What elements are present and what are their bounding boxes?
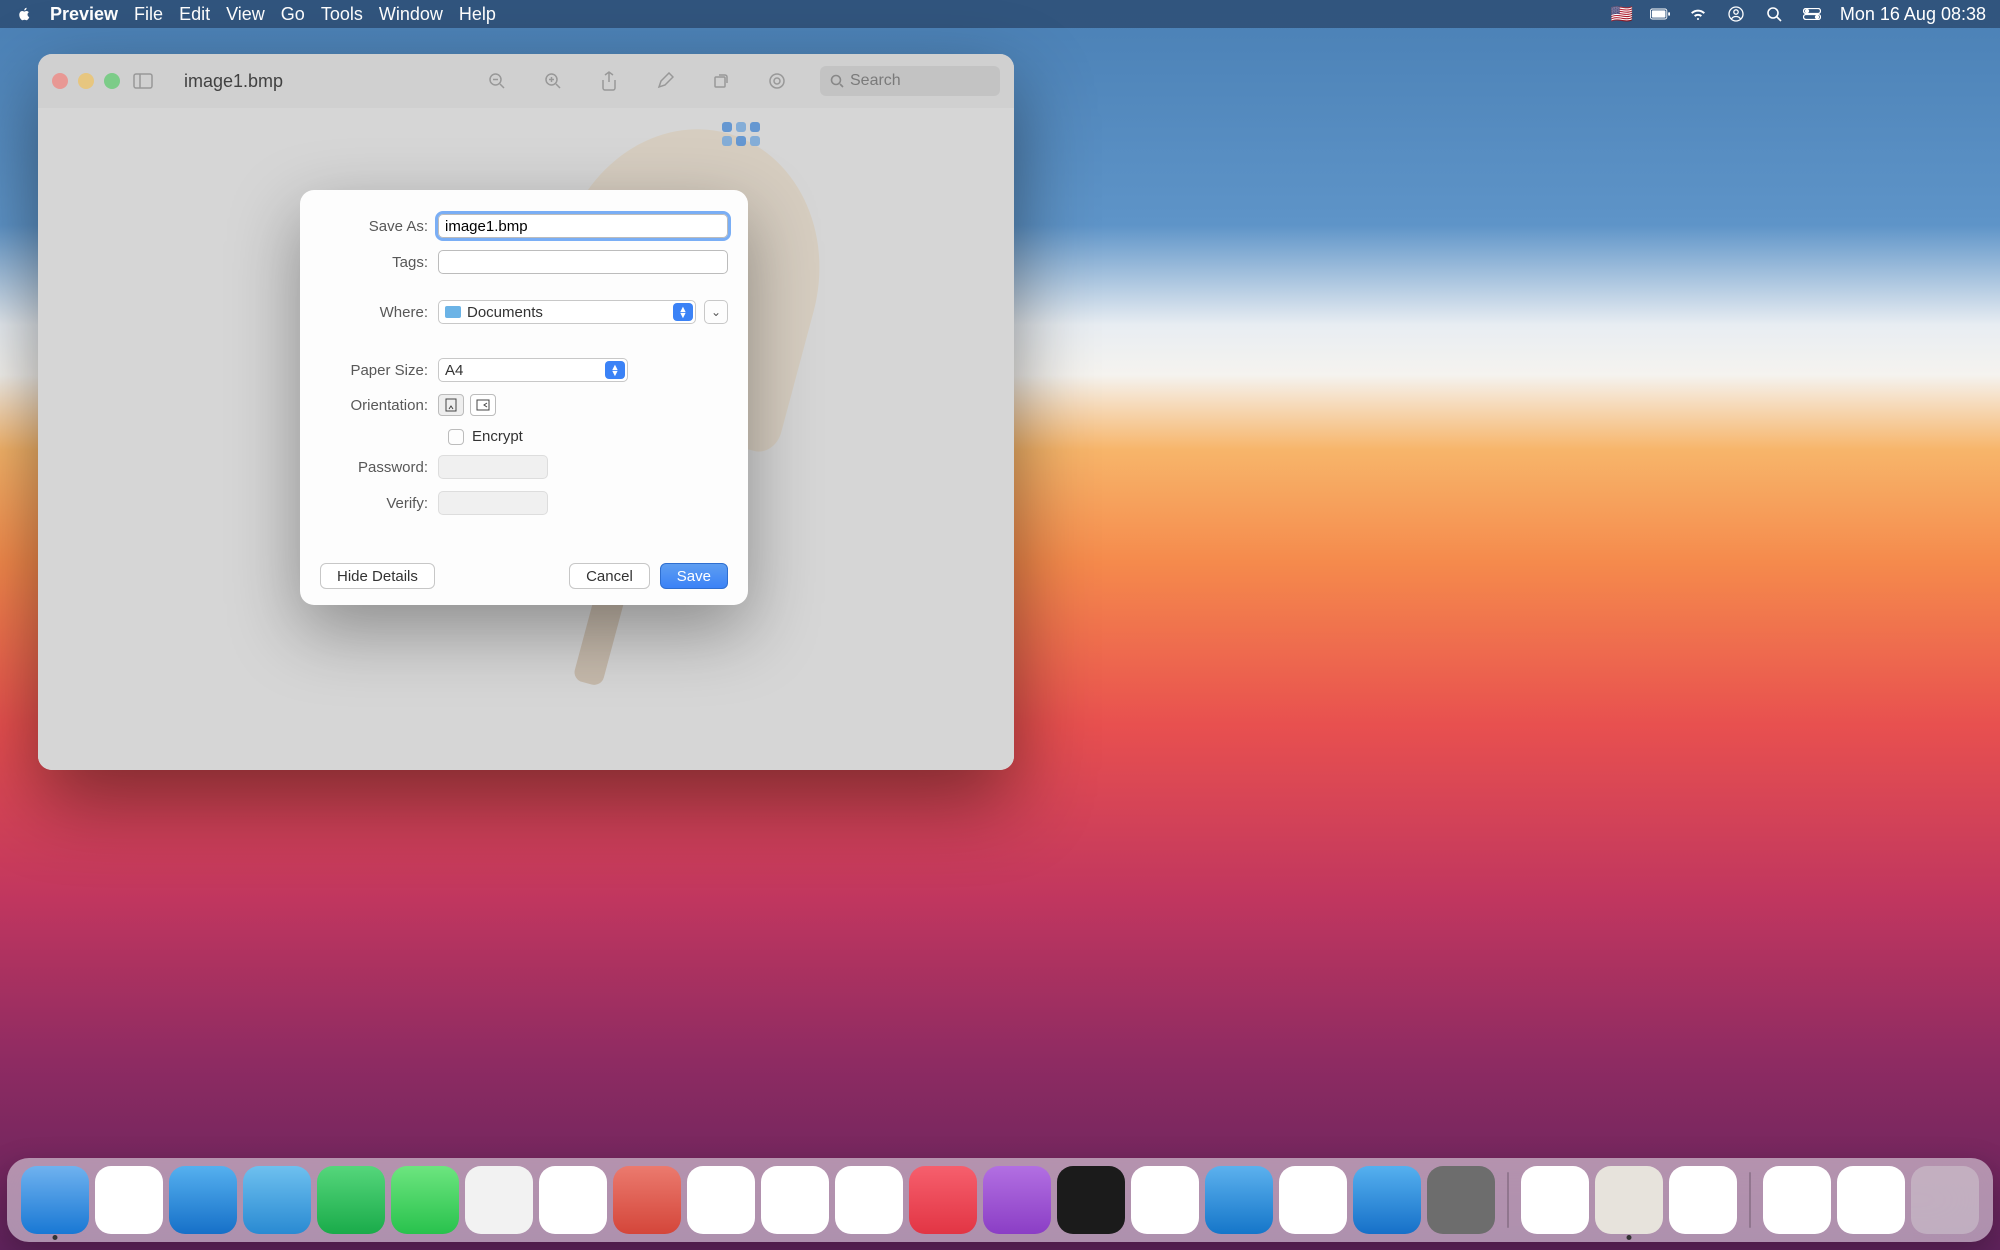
- save-sheet: Save As: Tags: Where: Documents ▲▼ ⌄ Pap…: [300, 190, 748, 605]
- dock-finder[interactable]: [21, 1166, 89, 1234]
- dock-safari[interactable]: [169, 1166, 237, 1234]
- info-icon[interactable]: [764, 68, 790, 94]
- battery-icon[interactable]: [1650, 4, 1670, 24]
- dock-numbers[interactable]: [1131, 1166, 1199, 1234]
- menu-help[interactable]: Help: [459, 4, 496, 25]
- paper-size-value: A4: [445, 362, 463, 379]
- window-minimize[interactable]: [78, 73, 94, 89]
- orientation-landscape[interactable]: [470, 394, 496, 416]
- dock-trash[interactable]: [1911, 1166, 1979, 1234]
- encrypt-checkbox[interactable]: [448, 429, 464, 445]
- save-as-input[interactable]: [438, 214, 728, 238]
- menu-go[interactable]: Go: [281, 4, 305, 25]
- where-label: Where:: [320, 304, 438, 321]
- save-button[interactable]: Save: [660, 563, 728, 589]
- search-icon: [830, 74, 844, 88]
- dock-separator: [1507, 1172, 1509, 1228]
- zoom-in-icon[interactable]: [540, 68, 566, 94]
- dock-preview[interactable]: [1595, 1166, 1663, 1234]
- dock-contacts[interactable]: [613, 1166, 681, 1234]
- dock-tv[interactable]: [1057, 1166, 1125, 1234]
- menu-bar: Preview File Edit View Go Tools Window H…: [0, 0, 2000, 28]
- app-name[interactable]: Preview: [50, 4, 118, 25]
- dock-calendar[interactable]: [687, 1166, 755, 1234]
- markup-icon[interactable]: [652, 68, 678, 94]
- menu-window[interactable]: Window: [379, 4, 443, 25]
- encrypt-label: Encrypt: [472, 428, 523, 445]
- control-center-icon[interactable]: [1802, 4, 1822, 24]
- verify-input: [438, 491, 548, 515]
- verify-label: Verify:: [320, 495, 438, 512]
- tags-label: Tags:: [320, 254, 438, 271]
- orientation-label: Orientation:: [320, 397, 438, 414]
- dock-messages[interactable]: [391, 1166, 459, 1234]
- chevron-updown-icon: ▲▼: [673, 303, 693, 321]
- apple-menu[interactable]: [14, 4, 34, 24]
- dock-podcasts[interactable]: [983, 1166, 1051, 1234]
- dock-folder-2[interactable]: [1837, 1166, 1905, 1234]
- dock-reminders[interactable]: [761, 1166, 829, 1234]
- paper-size-popup[interactable]: A4 ▲▼: [438, 358, 628, 382]
- menu-tools[interactable]: Tools: [321, 4, 363, 25]
- dock-appstore[interactable]: [1353, 1166, 1421, 1234]
- sidebar-toggle[interactable]: [130, 68, 156, 94]
- flag-icon[interactable]: 🇺🇸: [1612, 4, 1632, 24]
- dock-chrome[interactable]: [1669, 1166, 1737, 1234]
- cancel-button[interactable]: Cancel: [569, 563, 650, 589]
- chevron-updown-icon: ▲▼: [605, 361, 625, 379]
- wifi-icon[interactable]: [1688, 4, 1708, 24]
- expand-button[interactable]: ⌄: [704, 300, 728, 324]
- dock-textedit[interactable]: [1521, 1166, 1589, 1234]
- dock-music[interactable]: [909, 1166, 977, 1234]
- document-title: image1.bmp: [184, 71, 283, 92]
- tags-input[interactable]: [438, 250, 728, 274]
- dock-notes[interactable]: [835, 1166, 903, 1234]
- dock-system-preferences[interactable]: [1427, 1166, 1495, 1234]
- spotlight-icon[interactable]: [1764, 4, 1784, 24]
- where-value: Documents: [467, 304, 543, 321]
- search-placeholder: Search: [850, 72, 901, 90]
- save-as-label: Save As:: [320, 218, 438, 235]
- dock-pages[interactable]: [1279, 1166, 1347, 1234]
- dock-folder-1[interactable]: [1763, 1166, 1831, 1234]
- where-popup[interactable]: Documents ▲▼: [438, 300, 696, 324]
- folder-icon: [445, 306, 461, 318]
- share-icon[interactable]: [596, 68, 622, 94]
- menu-edit[interactable]: Edit: [179, 4, 210, 25]
- dock-mail[interactable]: [243, 1166, 311, 1234]
- search-field[interactable]: Search: [820, 66, 1000, 96]
- window-zoom[interactable]: [104, 73, 120, 89]
- orientation-portrait[interactable]: [438, 394, 464, 416]
- password-label: Password:: [320, 459, 438, 476]
- dock-facetime[interactable]: [317, 1166, 385, 1234]
- rotate-icon[interactable]: [708, 68, 734, 94]
- menu-view[interactable]: View: [226, 4, 265, 25]
- paper-size-label: Paper Size:: [320, 362, 438, 379]
- titlebar: image1.bmp Search: [38, 54, 1014, 108]
- window-close[interactable]: [52, 73, 68, 89]
- zoom-out-icon[interactable]: [484, 68, 510, 94]
- dock-maps[interactable]: [465, 1166, 533, 1234]
- user-icon[interactable]: [1726, 4, 1746, 24]
- password-input: [438, 455, 548, 479]
- clock[interactable]: Mon 16 Aug 08:38: [1840, 4, 1986, 25]
- dock: [7, 1158, 1993, 1242]
- dock-separator: [1749, 1172, 1751, 1228]
- dock-launchpad[interactable]: [95, 1166, 163, 1234]
- dock-photos[interactable]: [539, 1166, 607, 1234]
- hide-details-button[interactable]: Hide Details: [320, 563, 435, 589]
- menu-file[interactable]: File: [134, 4, 163, 25]
- dock-keynote[interactable]: [1205, 1166, 1273, 1234]
